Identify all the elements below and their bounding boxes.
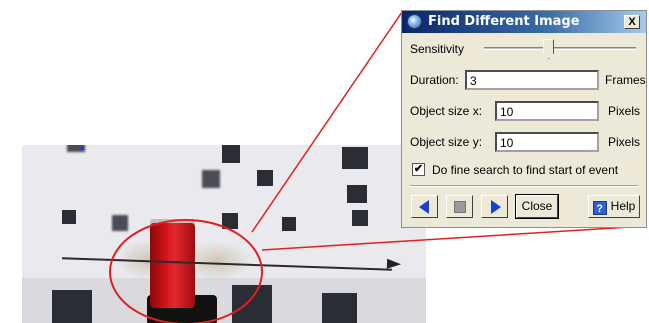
- pattern-square: [342, 147, 368, 169]
- object-size-x-unit: Pixels: [608, 104, 641, 118]
- arrow-tip: [386, 258, 402, 270]
- next-button[interactable]: [481, 195, 508, 218]
- pattern-square: [202, 170, 220, 188]
- duration-label: Duration:: [410, 73, 459, 87]
- object-size-y-input[interactable]: 10: [495, 132, 599, 152]
- find-different-image-dialog: Find Different Image X Sensitivity Durat…: [401, 10, 647, 228]
- pattern-square: [222, 145, 240, 163]
- pattern-square: [347, 185, 367, 203]
- blue-mark: [80, 147, 84, 150]
- pattern-square: [282, 217, 296, 231]
- dialog-title: Find Different Image: [428, 14, 580, 29]
- help-button[interactable]: ? Help: [588, 195, 640, 218]
- previous-button[interactable]: [411, 195, 438, 218]
- soda-can: [150, 223, 195, 308]
- pattern-square: [62, 210, 76, 224]
- help-icon: ?: [592, 201, 607, 215]
- pattern-square: [112, 215, 128, 231]
- object-size-y-label: Object size y:: [410, 135, 483, 149]
- object-size-y-unit: Pixels: [608, 135, 641, 149]
- help-label: Help: [610, 199, 636, 213]
- triangle-right-icon: [491, 200, 501, 214]
- separator: [410, 185, 638, 187]
- sensitivity-slider-thumb[interactable]: [543, 39, 555, 59]
- close-window-button[interactable]: X: [624, 15, 640, 29]
- duration-unit: Frames: [605, 73, 646, 87]
- object-size-x-label: Object size x:: [410, 104, 483, 118]
- pattern-square: [52, 290, 92, 323]
- fine-search-label: Do fine search to find start of event: [432, 163, 619, 177]
- pattern-square: [232, 285, 272, 323]
- background-photo: [22, 145, 426, 323]
- pattern-square: [322, 293, 357, 323]
- close-button[interactable]: Close: [515, 194, 559, 219]
- stop-square-icon: [454, 201, 466, 213]
- sensitivity-slider-track[interactable]: [484, 47, 636, 50]
- sensitivity-label: Sensitivity: [410, 42, 465, 56]
- app-globe-icon: [407, 14, 422, 29]
- stop-button[interactable]: [446, 195, 473, 218]
- triangle-left-icon: [419, 200, 429, 214]
- pattern-square: [222, 213, 238, 229]
- object-size-x-input[interactable]: 10: [495, 101, 599, 121]
- duration-input[interactable]: 3: [465, 70, 599, 90]
- title-bar[interactable]: Find Different Image X: [402, 11, 646, 33]
- fine-search-checkbox[interactable]: ✔: [412, 163, 425, 176]
- pattern-square: [257, 170, 273, 186]
- pattern-square: [352, 210, 368, 226]
